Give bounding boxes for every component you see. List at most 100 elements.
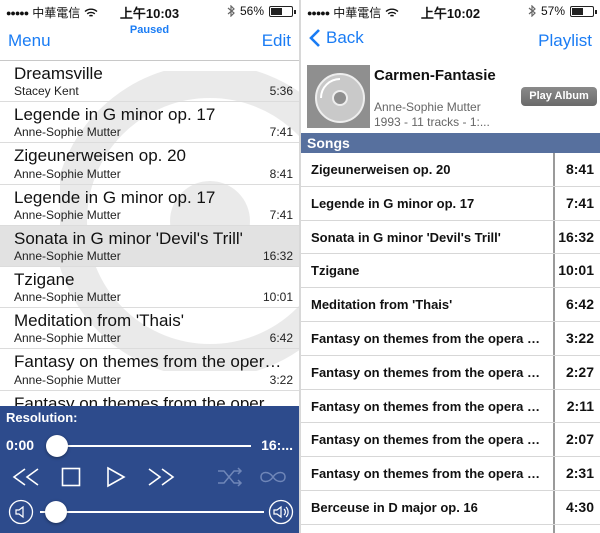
progress-slider[interactable] xyxy=(46,435,68,457)
track-duration: 16:32 xyxy=(262,248,293,263)
track-duration: 8:41 xyxy=(269,166,293,181)
track-title: Fantasy on themes from the opera Carmen xyxy=(14,393,284,407)
song-row[interactable]: Fantasy on themes from the opera Carmen 3… xyxy=(301,322,600,356)
track-title: Zigeunerweisen op. 20 xyxy=(14,146,187,166)
track-artist: Anne-Sophie Mutter xyxy=(14,372,121,387)
album-artist: Anne-Sophie Mutter xyxy=(374,100,481,114)
track-row[interactable]: Legende in G minor op. 17 Anne-Sophie Mut… xyxy=(0,185,299,226)
elapsed-time: 0:00 xyxy=(6,437,35,453)
track-artist: Anne-Sophie Mutter xyxy=(14,248,121,263)
track-title: Tzigane xyxy=(14,269,75,289)
song-title: Fantasy on themes from the opera Carmen xyxy=(311,398,549,414)
song-title: Berceuse in D major op. 16 xyxy=(311,499,478,515)
resolution-label: Resolution: xyxy=(6,410,78,425)
song-duration: 2:27 xyxy=(565,363,594,380)
now-playing-screen: ●●●●● 中華電信 上午10:03 56% Menu Paused Edit … xyxy=(0,0,299,533)
track-row[interactable]: Zigeunerweisen op. 20 Anne-Sophie Mutter 8… xyxy=(0,143,299,185)
progress-track xyxy=(56,445,251,447)
chevron-left-icon xyxy=(309,29,320,47)
status-bar: ●●●●● 中華電信 上午10:03 56% xyxy=(0,0,299,22)
album-meta: 1993 - 11 tracks - 1:... xyxy=(374,115,490,129)
song-duration: 6:42 xyxy=(565,296,594,313)
back-button[interactable]: Back xyxy=(309,28,364,48)
track-title: Fantasy on themes from the opera Carmen xyxy=(14,352,284,372)
back-label: Back xyxy=(326,28,364,47)
track-row[interactable]: Tzigane Anne-Sophie Mutter 10:01 xyxy=(0,267,299,309)
song-title: Meditation from 'Thais' xyxy=(311,297,453,313)
track-artist: Anne-Sophie Mutter xyxy=(14,331,121,346)
song-row[interactable]: Meditation from 'Thais' 6:42 xyxy=(301,288,600,322)
playback-state: Paused xyxy=(129,24,170,36)
play-album-button[interactable]: Play Album xyxy=(521,87,597,106)
track-duration: 10:01 xyxy=(262,290,293,305)
track-title: Legende in G minor op. 17 xyxy=(14,105,216,125)
song-row[interactable]: Fantasy on themes from the opera Carmen 2… xyxy=(301,457,600,491)
battery-icon xyxy=(269,5,296,17)
track-title: Meditation from 'Thais' xyxy=(14,311,184,331)
volume-track xyxy=(40,511,264,513)
track-row[interactable]: Meditation from 'Thais' Anne-Sophie Mutte… xyxy=(0,308,299,350)
song-title: Fantasy on themes from the opera Carmen xyxy=(311,432,549,448)
track-duration: 7:41 xyxy=(269,207,293,222)
song-duration: 3:22 xyxy=(565,329,594,346)
track-row[interactable]: Legende in G minor op. 17 Anne-Sophie Mut… xyxy=(0,102,299,144)
song-row[interactable]: Berceuse in D major op. 16 4:30 xyxy=(301,491,600,525)
status-bar: ●●●●● 中華電信 上午10:02 57% xyxy=(301,0,600,22)
repeat-icon[interactable] xyxy=(258,469,288,485)
track-row[interactable]: Sonata in G minor 'Devil's Trill' Anne-So… xyxy=(0,225,299,267)
song-title: Sonata in G minor 'Devil's Trill' xyxy=(311,229,501,245)
song-row[interactable]: Zigeunerweisen op. 20 8:41 xyxy=(301,153,600,187)
playlist-button[interactable]: Playlist xyxy=(538,31,592,51)
track-duration: 5:36 xyxy=(269,84,293,99)
song-duration: 2:31 xyxy=(565,465,594,482)
track-duration: 6:42 xyxy=(269,331,293,346)
track-artist: Anne-Sophie Mutter xyxy=(14,290,121,305)
fast-forward-icon[interactable] xyxy=(147,467,175,487)
song-row[interactable]: Fantasy on themes from the opera Carmen 2… xyxy=(301,356,600,390)
song-row[interactable]: Fantasy on themes from the opera Carmen 2… xyxy=(301,390,600,424)
shuffle-icon[interactable] xyxy=(216,467,244,487)
volume-low-icon[interactable] xyxy=(8,499,34,525)
edit-button[interactable]: Edit xyxy=(262,31,291,51)
stop-icon[interactable] xyxy=(61,467,81,487)
song-row[interactable]: Tzigane 10:01 xyxy=(301,254,600,289)
song-title: Zigeunerweisen op. 20 xyxy=(311,162,451,177)
song-duration: 7:41 xyxy=(565,194,594,211)
battery-percent: 56% xyxy=(239,4,264,18)
song-row[interactable]: Fantasy on themes from the opera Carmen 2… xyxy=(301,423,600,458)
song-duration: 2:07 xyxy=(565,431,594,448)
nav-bar: Back Playlist xyxy=(301,22,600,60)
song-duration: 4:30 xyxy=(565,498,594,515)
track-row[interactable]: Fantasy on themes from the opera Carmen2… xyxy=(0,391,299,407)
player-panel: Resolution: 0:00 16:... xyxy=(0,406,299,533)
volume-high-icon[interactable] xyxy=(268,499,294,525)
track-duration: 7:41 xyxy=(269,125,293,140)
play-icon[interactable] xyxy=(106,466,126,488)
track-title: Legende in G minor op. 17 xyxy=(14,187,216,207)
track-row[interactable]: Fantasy on themes from the opera CarmenA… xyxy=(0,349,299,391)
track-artist: Anne-Sophie Mutter xyxy=(14,207,121,222)
track-title: Sonata in G minor 'Devil's Trill' xyxy=(14,228,243,248)
song-title: Fantasy on themes from the opera Carmen xyxy=(311,466,549,482)
album-title: Carmen-Fantasie xyxy=(374,67,496,84)
song-title: Legende in G minor op. 17 xyxy=(311,195,475,211)
volume-slider[interactable] xyxy=(45,501,68,523)
song-title: Tzigane xyxy=(311,263,360,279)
song-duration: 8:41 xyxy=(565,161,594,177)
track-title: Dreamsville xyxy=(14,64,103,83)
track-artist: Stacey Kent xyxy=(14,84,79,99)
rewind-icon[interactable] xyxy=(12,467,40,487)
song-duration: 16:32 xyxy=(558,228,594,245)
track-duration: 3:22 xyxy=(269,372,293,387)
track-row[interactable]: Dreamsville Stacey Kent 5:36 xyxy=(0,61,299,103)
album-screen: ●●●●● 中華電信 上午10:02 57% Back Playlist Car… xyxy=(301,0,600,533)
song-list: Zigeunerweisen op. 20 8:41 Legende in G mi… xyxy=(301,153,600,533)
battery-percent: 57% xyxy=(540,4,565,18)
album-cover xyxy=(307,65,370,128)
track-list: Dreamsville Stacey Kent 5:36 Legende in G m… xyxy=(0,60,299,406)
song-row[interactable]: Sonata in G minor 'Devil's Trill' 16:32 xyxy=(301,221,600,255)
bluetooth-icon xyxy=(528,5,536,17)
album-cd-icon xyxy=(307,65,370,128)
song-row[interactable]: Legende in G minor op. 17 7:41 xyxy=(301,187,600,221)
songs-section-header: Songs xyxy=(301,133,600,153)
